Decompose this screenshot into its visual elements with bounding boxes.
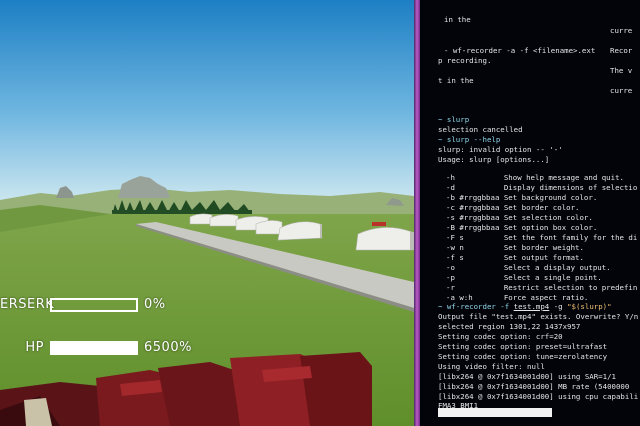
game-scene	[0, 0, 414, 426]
terminal-line: Setting codec option: tune=zerolatency	[438, 352, 608, 361]
terminal-help-line: -o Select a display output.	[446, 263, 611, 272]
berserk-value: 0%	[144, 297, 166, 312]
berserk-label: ERSERK	[0, 297, 55, 312]
terminal-line: p recording.	[438, 56, 492, 65]
terminal-prompt-line: ~ slurp	[438, 115, 470, 124]
terminal-command-line: ~ wf-recorder -f test.mp4 -g "$(slurp)"	[438, 303, 612, 311]
terminal-line: in the	[444, 15, 471, 24]
terminal-progress-bar	[438, 408, 552, 417]
command-flag: -g	[549, 302, 568, 311]
terminal-help-line: -b #rrggbbaa Set background color.	[446, 193, 598, 202]
terminal-line: selected region 1301,22 1437x957	[438, 322, 581, 331]
command-subshell: "$(slurp)"	[567, 302, 612, 311]
terminal-line: Usage: slurp [options...]	[438, 155, 550, 164]
terminal-help-line: -p Select a single point.	[446, 273, 602, 282]
terminal-line: The v	[610, 66, 633, 75]
terminal-help-line: -r Restrict selection to predefin	[446, 283, 638, 292]
terminal-help-line: -w n Set border weight.	[446, 243, 584, 252]
terminal-help-line: -B #rrggbbaa Set option box color.	[446, 223, 598, 232]
terminal-line: selection cancelled	[438, 125, 523, 134]
terminal-line: - wf-recorder -a -f <filename>.ext	[444, 46, 596, 55]
berserk-bar	[50, 297, 138, 312]
terminal-help-line: -s #rrggbbaa Set selection color.	[446, 213, 593, 222]
game-viewport[interactable]: ERSERK 0% HP 6500%	[0, 0, 414, 426]
command-text: ~ wf-recorder -f	[438, 302, 514, 311]
terminal-line: curre	[610, 86, 633, 95]
terminal-line: [libx264 @ 0x7f1634001d00] MB rate (5400…	[438, 382, 630, 391]
terminal-help-line: -f s Set output format.	[446, 253, 584, 262]
hp-bar	[50, 340, 138, 355]
terminal-help-line: -a w:h Force aspect ratio.	[446, 293, 589, 302]
terminal-line: slurp: invalid option -- '-'	[438, 145, 563, 154]
terminal-help-line: -F s Set the font family for the di	[446, 233, 638, 242]
terminal-help-line: -h Show help message and quit.	[446, 173, 624, 182]
terminal-line: Output file "test.mp4" exists. Overwrite…	[438, 312, 639, 321]
terminal-line: [libx264 @ 0x7f1634001d00] using SAR=1/1	[438, 372, 616, 381]
terminal-line: Recor	[610, 46, 633, 55]
terminal-line: Setting codec option: preset=ultrafast	[438, 342, 608, 351]
berserk-meter: ERSERK 0%	[0, 297, 166, 312]
hp-label: HP	[25, 340, 44, 355]
command-filename: test.mp4	[513, 302, 550, 311]
terminal-window[interactable]: in the curre - wf-recorder -a -f <filena…	[420, 0, 640, 426]
terminal-prompt-line: ~ slurp --help	[438, 135, 501, 144]
terminal-help-line: -c #rrggbbaa Set border color.	[446, 203, 580, 212]
terminal-line: [libx264 @ 0x7f1634001d00] using cpu cap…	[438, 392, 639, 401]
distant-vehicle	[372, 222, 386, 226]
terminal-line: t in the	[438, 76, 474, 85]
terminal-line: Using video filter: null	[438, 362, 545, 371]
terminal-line: Setting codec option: crf=20	[438, 332, 563, 341]
hp-bar-fill	[52, 342, 136, 353]
hp-meter: HP 6500%	[0, 340, 192, 355]
terminal-line: curre	[610, 26, 633, 35]
hp-value: 6500%	[144, 340, 192, 355]
terminal-help-line: -d Display dimensions of selectio	[446, 183, 638, 192]
sky	[0, 0, 414, 205]
